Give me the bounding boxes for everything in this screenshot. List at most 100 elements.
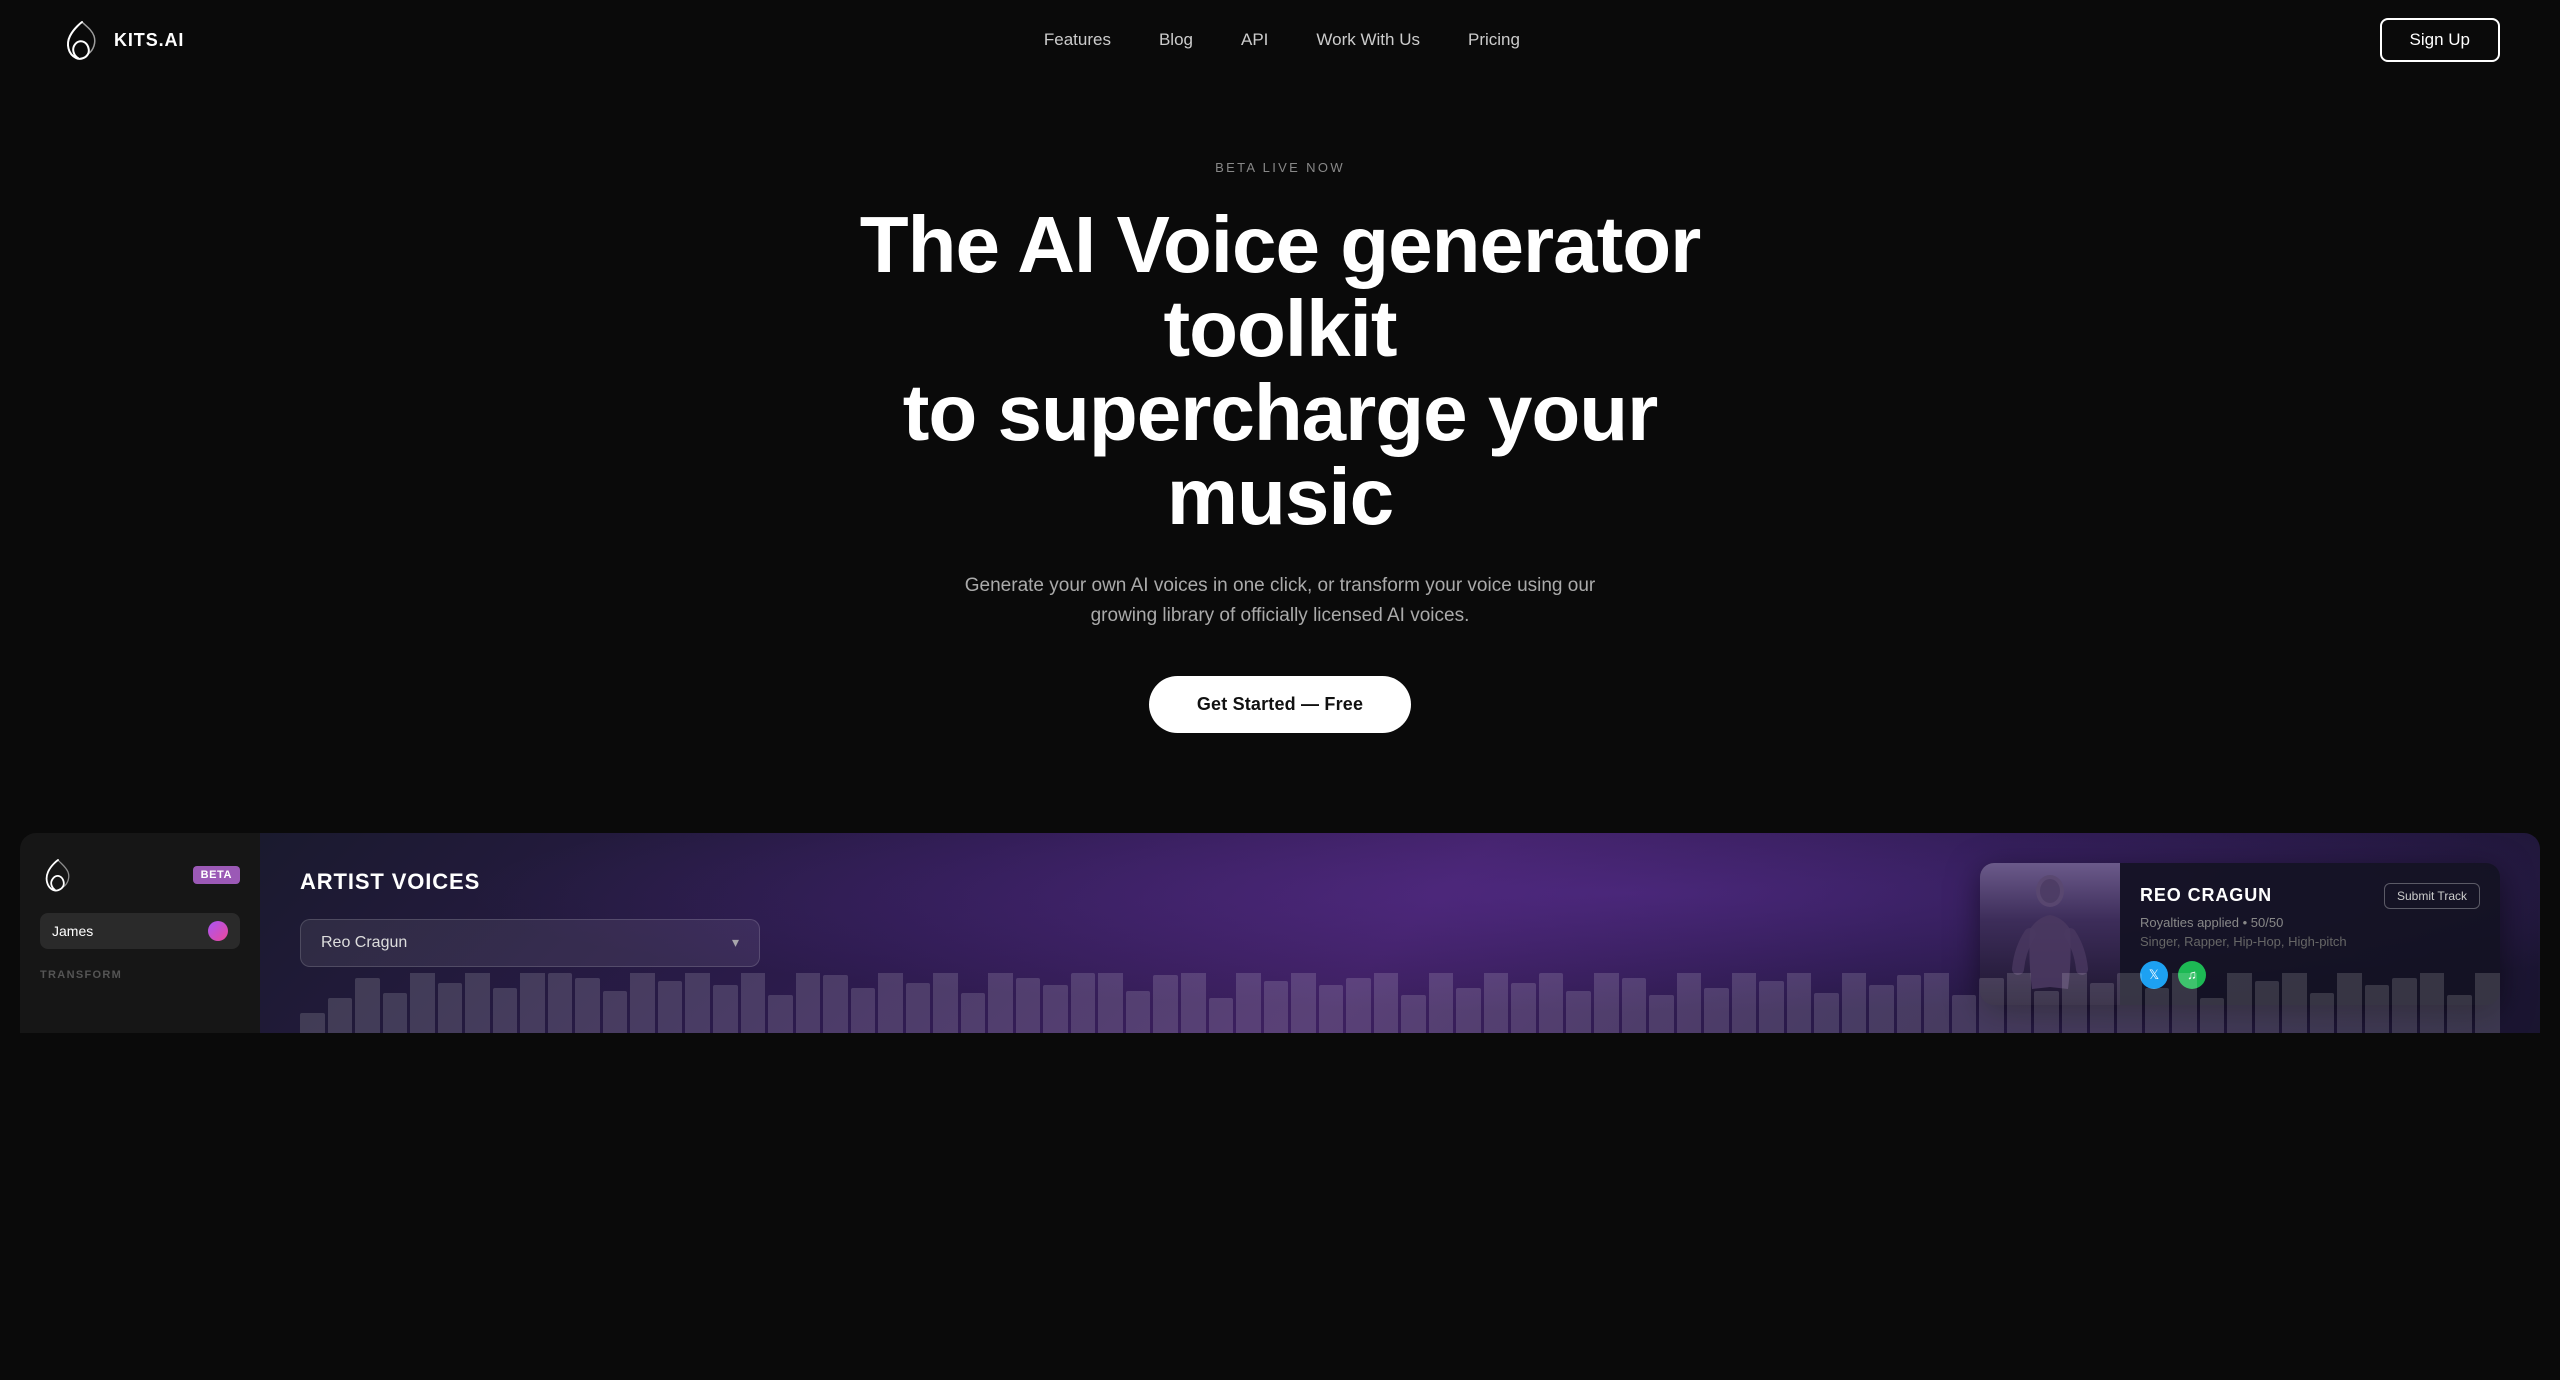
signup-button[interactable]: Sign Up bbox=[2380, 18, 2500, 62]
waveform-bar bbox=[2090, 983, 2115, 1033]
waveform-bar bbox=[851, 988, 876, 1033]
waveform-bar bbox=[1043, 985, 1068, 1033]
waveform-bar bbox=[493, 988, 518, 1033]
waveform-bar bbox=[1787, 973, 1812, 1033]
artist-dropdown[interactable]: Reo Cragun ▾ bbox=[300, 919, 760, 967]
waveform-bar bbox=[1979, 978, 2004, 1033]
waveform-bar bbox=[465, 973, 490, 1033]
waveform-bar bbox=[355, 978, 380, 1033]
hero-subtitle: Generate your own AI voices in one click… bbox=[930, 571, 1630, 632]
demo-right-panel: ARTIST VOICES Reo Cragun ▾ bbox=[260, 833, 2540, 1033]
waveform-bar bbox=[2117, 973, 2142, 1033]
hero-section: BETA LIVE NOW The AI Voice generator too… bbox=[780, 80, 1780, 793]
nav-pricing[interactable]: Pricing bbox=[1468, 30, 1520, 49]
waveform-bar bbox=[2475, 973, 2500, 1033]
waveform-bar bbox=[1291, 973, 1316, 1033]
logo-icon bbox=[60, 18, 104, 62]
nav-blog[interactable]: Blog bbox=[1159, 30, 1193, 49]
waveform-bar bbox=[1842, 973, 1867, 1033]
demo-transform-label: TRANSFORM bbox=[40, 969, 240, 981]
waveform-bar bbox=[2172, 973, 2197, 1033]
waveform-bar bbox=[410, 973, 435, 1033]
user-avatar bbox=[208, 921, 228, 941]
waveform-bar bbox=[685, 973, 710, 1033]
artist-name: REO CRAGUN bbox=[2140, 885, 2272, 906]
demo-left-panel: BETA James TRANSFORM bbox=[20, 833, 260, 1033]
logo[interactable]: KITS.AI bbox=[60, 18, 184, 62]
waveform-bar bbox=[1677, 973, 1702, 1033]
hero-title-line1: The AI Voice generator toolkit bbox=[860, 200, 1700, 373]
beta-badge: BETA bbox=[193, 866, 240, 884]
nav-work-with-us[interactable]: Work With Us bbox=[1316, 30, 1420, 49]
hero-title-line2: to supercharge your music bbox=[903, 368, 1658, 541]
waveform-bar bbox=[878, 973, 903, 1033]
waveform-bar bbox=[1594, 973, 1619, 1033]
demo-left-header: BETA bbox=[40, 857, 240, 893]
waveform-bar bbox=[603, 991, 628, 1033]
waveform-bar bbox=[2007, 973, 2032, 1033]
waveform-bar bbox=[1924, 973, 1949, 1033]
waveform-bar bbox=[1869, 985, 1894, 1033]
get-started-button[interactable]: Get Started — Free bbox=[1149, 676, 1411, 733]
waveform-bar bbox=[1126, 991, 1151, 1033]
waveform-bar bbox=[575, 978, 600, 1033]
chevron-down-icon: ▾ bbox=[732, 934, 739, 951]
hero-badge: BETA LIVE NOW bbox=[820, 160, 1740, 175]
waveform-bar bbox=[438, 983, 463, 1033]
waveform-bar bbox=[933, 973, 958, 1033]
artist-dropdown-text: Reo Cragun bbox=[321, 934, 407, 952]
waveform-bar bbox=[383, 993, 408, 1033]
logo-text: KITS.AI bbox=[114, 30, 184, 51]
waveform-bar bbox=[2227, 973, 2252, 1033]
waveform-bar bbox=[1456, 988, 1481, 1033]
waveform-bar bbox=[2337, 973, 2362, 1033]
waveform-bar bbox=[1016, 978, 1041, 1033]
royalties-text: Royalties applied • 50/50 bbox=[2140, 915, 2480, 930]
navigation: KITS.AI Features Blog API Work With Us P… bbox=[0, 0, 2560, 80]
waveform-bar bbox=[658, 981, 683, 1033]
demo-user-row[interactable]: James bbox=[40, 913, 240, 949]
waveform-bar bbox=[2447, 995, 2472, 1033]
waveform-bar bbox=[328, 998, 353, 1033]
waveform-bar bbox=[796, 973, 821, 1033]
waveform-bar bbox=[1952, 995, 1977, 1033]
waveform-bar bbox=[2145, 988, 2170, 1033]
waveform-bar bbox=[1236, 973, 1261, 1033]
waveform-bar bbox=[1566, 991, 1591, 1033]
nav-features[interactable]: Features bbox=[1044, 30, 1111, 49]
waveform-bar bbox=[1897, 975, 1922, 1033]
demo-section: BETA James TRANSFORM ARTIST VOICES Reo C… bbox=[20, 833, 2540, 1033]
waveform-bar bbox=[1346, 978, 1371, 1033]
waveform-bar bbox=[2255, 981, 2280, 1033]
artist-name-row: REO CRAGUN Submit Track bbox=[2140, 883, 2480, 909]
waveform-bar bbox=[741, 973, 766, 1033]
waveform-bar bbox=[2420, 973, 2445, 1033]
waveform-bar bbox=[1649, 995, 1674, 1033]
waveform-bar bbox=[2282, 973, 2307, 1033]
waveform-bar bbox=[2062, 973, 2087, 1033]
waveform-bar bbox=[520, 973, 545, 1033]
waveform-bar bbox=[1374, 973, 1399, 1033]
waveform-bar bbox=[1732, 973, 1757, 1033]
demo-logo-icon bbox=[40, 857, 76, 893]
waveform-bar bbox=[630, 973, 655, 1033]
waveform-bar bbox=[1539, 973, 1564, 1033]
waveform-bar bbox=[2365, 985, 2390, 1033]
submit-track-button[interactable]: Submit Track bbox=[2384, 883, 2480, 909]
waveform-bar bbox=[713, 985, 738, 1033]
waveform-bar bbox=[1759, 981, 1784, 1033]
waveform-bar bbox=[300, 1013, 325, 1033]
waveform-bar bbox=[2310, 993, 2335, 1033]
waveform-bar bbox=[1429, 973, 1454, 1033]
waveform-bar bbox=[1264, 981, 1289, 1033]
waveform-bar bbox=[1153, 975, 1178, 1033]
waveform bbox=[260, 973, 2540, 1033]
waveform-bar bbox=[1209, 998, 1234, 1033]
hero-title: The AI Voice generator toolkit to superc… bbox=[820, 203, 1740, 539]
nav-api[interactable]: API bbox=[1241, 30, 1268, 49]
demo-user-name: James bbox=[52, 923, 93, 939]
waveform-bar bbox=[768, 995, 793, 1033]
waveform-bar bbox=[1401, 995, 1426, 1033]
waveform-bar bbox=[1098, 973, 1123, 1033]
genre-text: Singer, Rapper, Hip-Hop, High-pitch bbox=[2140, 934, 2480, 949]
